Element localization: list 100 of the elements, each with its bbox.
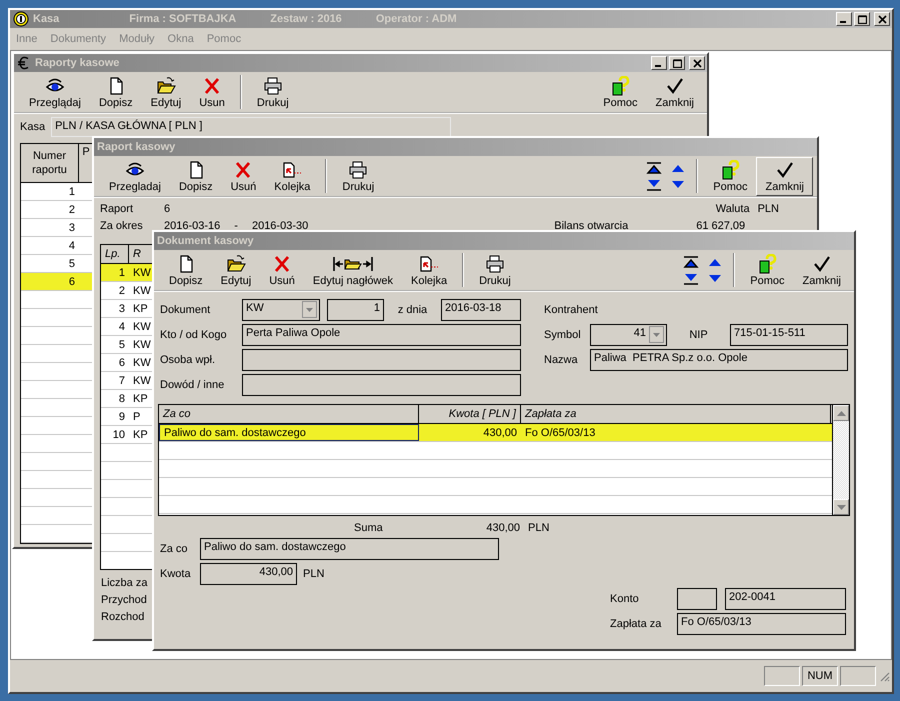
table-cell-text: 5 (118, 338, 126, 352)
help-icon (720, 160, 740, 180)
top-arrow-icon[interactable] (646, 162, 662, 174)
minimize-button[interactable] (651, 56, 667, 70)
field-label: Raport (100, 202, 134, 214)
table-cell-text: P (132, 410, 142, 424)
account-field[interactable]: 202-0041 (725, 588, 846, 610)
window-title: Raporty kasowe (35, 57, 120, 69)
scroll-up-icon[interactable] (836, 410, 846, 416)
maximize-button[interactable] (854, 12, 870, 26)
toolbar-button[interactable]: Pomoc (704, 158, 756, 194)
table-row[interactable]: 6 (21, 273, 93, 291)
toolbar-button[interactable]: Edytuj nagłówek (304, 252, 402, 288)
page-arrow-icon (419, 254, 440, 274)
status-panel (764, 666, 800, 686)
toolbar-button[interactable]: Edytuj (212, 252, 260, 288)
table-cell-text: KW (132, 320, 152, 334)
close-button[interactable] (874, 12, 890, 26)
proof-field[interactable] (242, 374, 521, 396)
table-cell-text: KW (132, 356, 152, 370)
toolbar-button[interactable]: Dopisz (160, 252, 212, 288)
paid-for-field[interactable]: Fo O/65/03/13 (677, 613, 846, 635)
bottom-arrow-icon[interactable] (646, 178, 662, 190)
euro-icon (17, 56, 31, 70)
toolbar-button[interactable]: Kolejka (265, 158, 320, 194)
bottom-arrow-icon[interactable] (683, 272, 700, 284)
toolbar-button[interactable]: Pomoc (741, 252, 794, 288)
table-cell-text: Fo O/65/03/13 (524, 426, 596, 440)
field-label: Kto / od Kogo (160, 329, 228, 341)
table-cell-text: 2 (68, 202, 76, 218)
table-cell-text: 1 (118, 266, 126, 280)
toolbar-button[interactable]: Dopisz (170, 158, 222, 194)
toolbar-button[interactable]: Usuń (222, 158, 266, 194)
app-icon (13, 11, 29, 27)
table-cell: Paliwo do sam. dostawczego (159, 424, 419, 441)
date-field[interactable]: 2016-03-18 (441, 299, 521, 321)
table-cell-text: 1 (68, 184, 76, 200)
checkmark-icon (774, 160, 795, 180)
field-label: Waluta (716, 202, 750, 214)
table-cell-text: 10 (112, 428, 126, 442)
column-header[interactable]: Kwota [ PLN ] (419, 405, 521, 423)
period-separator: - (234, 220, 238, 232)
table-cell-text: KW (132, 284, 152, 298)
toolbar-button[interactable]: Drukuj (470, 252, 520, 288)
cash-register-field[interactable]: PLN / KASA GŁÓWNA [ PLN ] (51, 117, 452, 137)
toolbar-button[interactable]: Pomoc (594, 74, 646, 110)
scrollbar[interactable] (832, 405, 849, 515)
toolbar-button[interactable]: Usuń (260, 252, 304, 288)
toolbar-button[interactable]: Zamknij (756, 156, 813, 196)
toolbar-button[interactable]: Zamknij (646, 74, 703, 110)
printer-icon (348, 160, 368, 180)
toolbar-button[interactable]: Drukuj (333, 158, 384, 194)
table-row[interactable]: Paliwo do sam. dostawczego 430,00 Fo O/65/03/13 (159, 424, 832, 442)
tax-id-field[interactable]: 715-01-15-511 (730, 324, 848, 346)
table-cell-text: 4 (118, 320, 126, 334)
table-cell-text: 9 (118, 410, 126, 424)
minimize-button[interactable] (836, 12, 852, 26)
name-field[interactable]: Paliwa PETRA Sp.z o.o. Opole (590, 349, 848, 371)
amount-field[interactable]: 430,00 (200, 563, 297, 585)
table-row[interactable]: 1 KW (101, 264, 153, 282)
column-header[interactable]: Numer raportu (21, 144, 79, 182)
column-header[interactable]: P (79, 144, 93, 182)
sum-value: 430,00 (485, 522, 520, 534)
table-cell-text: KW (132, 266, 152, 280)
folder-icon (156, 76, 176, 96)
close-icon (692, 58, 702, 68)
page-arrow-icon (282, 160, 302, 180)
toolbar-button[interactable]: Przegladaj (100, 158, 170, 194)
scroll-down-icon[interactable] (836, 504, 846, 510)
toolbar-button[interactable]: Drukuj (248, 74, 298, 110)
toolbar-button[interactable]: Zamknij (793, 252, 850, 288)
opening-balance: 61 627,09 (696, 220, 746, 232)
toolbar-button[interactable]: Przeglądaj (20, 74, 90, 110)
currency-value: PLN (303, 568, 324, 580)
toolbar-button[interactable]: Dopisz (90, 74, 142, 110)
account-prefix-field[interactable] (677, 588, 717, 610)
field-label: NIP (688, 329, 709, 341)
field-label: Osoba wpł. (160, 354, 216, 366)
column-header[interactable]: Za co (159, 405, 419, 423)
table-cell-text: KP (132, 392, 149, 406)
toolbar-button[interactable]: Usun (190, 74, 234, 110)
symbol-dropdown[interactable]: 41 (590, 324, 667, 346)
column-header[interactable]: Lp. (101, 245, 129, 263)
purpose-field[interactable]: Paliwo do sam. dostawczego (200, 538, 499, 560)
table-cell-text: 6 (68, 274, 76, 290)
top-arrow-icon[interactable] (683, 256, 700, 268)
column-header[interactable]: R (129, 245, 153, 263)
column-header[interactable]: Zapłata za (521, 405, 831, 423)
counterparty-field[interactable]: Perta Paliwa Opole (242, 324, 521, 346)
maximize-button[interactable] (669, 56, 685, 70)
payer-field[interactable] (242, 349, 521, 371)
close-button[interactable] (689, 56, 705, 70)
printer-icon (262, 76, 283, 96)
document-number-field[interactable]: 1 (327, 299, 384, 321)
toolbar-button[interactable]: Edytuj (142, 74, 190, 110)
field-label: Za co (160, 543, 189, 555)
document-type-dropdown[interactable]: KW (242, 299, 320, 321)
toolbar-button[interactable]: Kolejka (402, 252, 456, 288)
table-cell-text: KW (132, 374, 152, 388)
field-label: Rozchod (101, 611, 144, 623)
